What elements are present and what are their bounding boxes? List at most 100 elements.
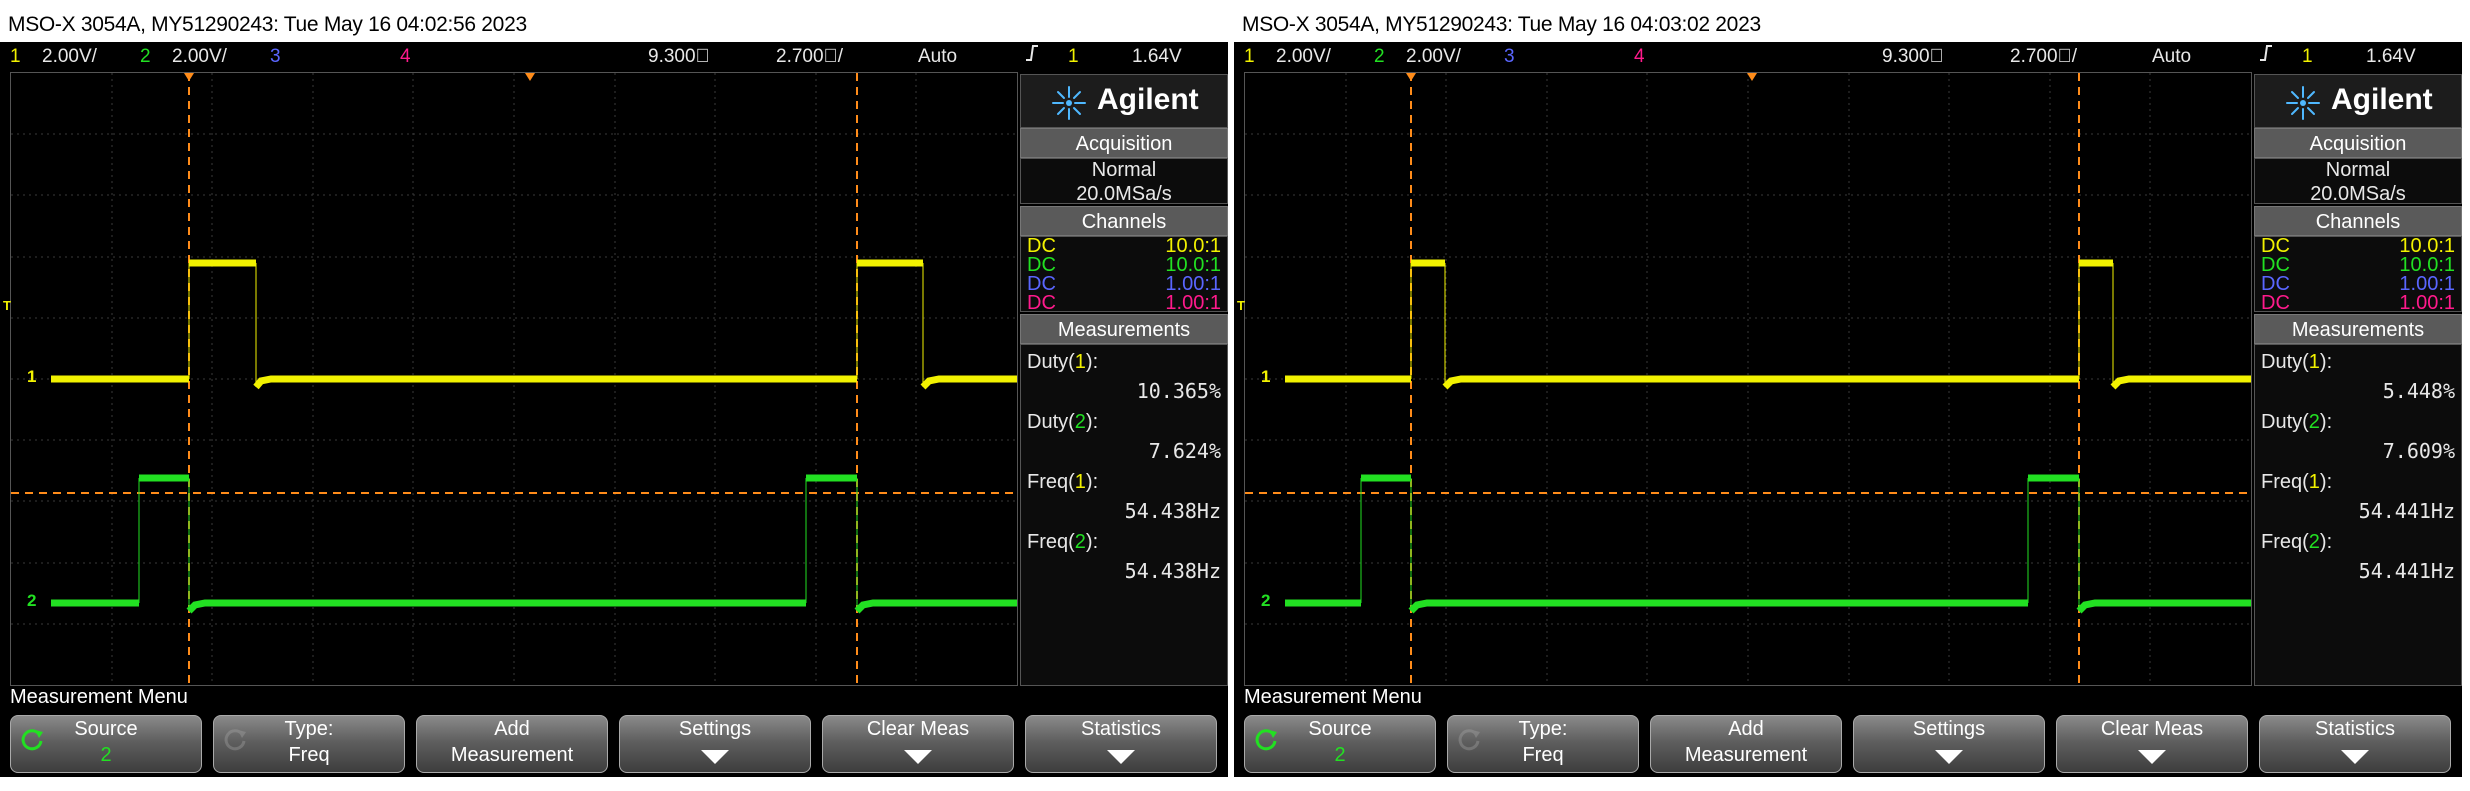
source-button[interactable]: Source 2: [10, 715, 202, 773]
statistics-button[interactable]: Statistics: [1025, 715, 1217, 773]
chevron-down-icon: [1107, 750, 1135, 764]
cursor-marker: [1406, 73, 1416, 81]
time-scale[interactable]: 2.700ﾟ/: [776, 42, 843, 72]
chevron-down-icon: [701, 750, 729, 764]
channels-body: DC 10.0:1 DC 10.0:1 DC 1.00:1 DC 1.00:1: [1020, 235, 1228, 314]
clear-meas-label: Clear Meas: [2100, 718, 2204, 740]
trigger-level-marker: T: [1237, 298, 1245, 313]
trigger-mode[interactable]: Auto: [918, 42, 957, 72]
measurement-value-2: 7.624%: [1148, 439, 1221, 463]
softkey-bar: Source 2 Type: Freq Add Measurement Sett…: [1244, 715, 2462, 775]
ch3-number[interactable]: 3: [1504, 42, 1515, 72]
ch1-ground-marker: 1: [27, 367, 37, 386]
trigger-mode[interactable]: Auto: [2152, 42, 2191, 72]
measurements-header[interactable]: Measurements: [1020, 314, 1228, 344]
measurement-value-4: 54.438Hz: [1124, 559, 1221, 583]
ch2-number[interactable]: 2: [140, 42, 151, 72]
cursor-marker: [184, 73, 194, 81]
measurement-value-1: 5.448%: [2382, 379, 2455, 403]
brand-name: Agilent: [2331, 83, 2433, 116]
measurement-label-2: Duty(2):: [2261, 411, 2333, 433]
clear-meas-button[interactable]: Clear Meas: [2056, 715, 2248, 773]
ch2-edges: [138, 478, 858, 611]
scope-screen: 1 2.00V/ 2 2.00V/ 3 4 9.300ﾟ 2.700ﾟ/ Aut…: [0, 42, 1228, 777]
menu-title: Measurement Menu: [10, 686, 188, 708]
ch1-waveform: [1285, 259, 2251, 390]
waveform-graticule: [11, 73, 1017, 685]
measurements-header[interactable]: Measurements: [2254, 314, 2462, 344]
ch2-scale[interactable]: 2.00V/: [172, 42, 227, 72]
measurement-value-1: 10.365%: [1136, 379, 1221, 403]
rising-edge-icon: [2258, 42, 2274, 74]
add-measurement-button[interactable]: Add Measurement: [1650, 715, 1842, 773]
add-measurement-label-1: Add: [1728, 718, 1764, 740]
settings-label: Settings: [1912, 718, 1986, 740]
type-button[interactable]: Type: Freq: [1447, 715, 1639, 773]
ch3-number[interactable]: 3: [270, 42, 281, 72]
source-value: 2: [1334, 744, 1346, 766]
trigger-level[interactable]: 1.64V: [2366, 42, 2416, 72]
ch2-edges: [1360, 478, 2080, 611]
chevron-down-icon: [904, 750, 932, 764]
scope-capture-2: MSO-X 3054A, MY51290243: Tue May 16 04:0…: [1234, 0, 2462, 791]
statistics-button[interactable]: Statistics: [2259, 715, 2451, 773]
statistics-label: Statistics: [2314, 718, 2396, 740]
type-value: Freq: [1522, 744, 1564, 766]
agilent-spark-icon: [1052, 86, 1086, 120]
ch1-number[interactable]: 1: [10, 42, 21, 72]
settings-label: Settings: [678, 718, 752, 740]
scope-capture-1: MSO-X 3054A, MY51290243: Tue May 16 04:0…: [0, 0, 1228, 791]
rising-edge-icon: [1024, 42, 1040, 74]
ch2-ground-marker: 2: [1261, 591, 1271, 610]
sample-rate: 20.0MSa/s: [1076, 183, 1172, 205]
source-label: Source: [1308, 718, 1372, 740]
type-label: Type:: [284, 718, 334, 740]
info-panel: Agilent Acquisition Normal 20.0MSa/s Cha…: [2254, 74, 2462, 686]
acquisition-header[interactable]: Acquisition: [1020, 128, 1228, 158]
settings-button[interactable]: Settings: [1853, 715, 2045, 773]
settings-button[interactable]: Settings: [619, 715, 811, 773]
trigger-level[interactable]: 1.64V: [1132, 42, 1182, 72]
time-scale[interactable]: 2.700ﾟ/: [2010, 42, 2077, 72]
source-button[interactable]: Source 2: [1244, 715, 1436, 773]
time-position[interactable]: 9.300ﾟ: [648, 42, 710, 72]
brand-logo: Agilent: [1020, 74, 1228, 128]
chevron-down-icon: [2138, 750, 2166, 764]
ch1-scale[interactable]: 2.00V/: [42, 42, 97, 72]
type-value: Freq: [288, 744, 330, 766]
acquisition-header[interactable]: Acquisition: [2254, 128, 2462, 158]
ch2-scale[interactable]: 2.00V/: [1406, 42, 1461, 72]
acquisition-mode: Normal: [1091, 159, 1157, 181]
ch1-scale[interactable]: 2.00V/: [1276, 42, 1331, 72]
measurement-value-3: 54.441Hz: [2358, 499, 2455, 523]
type-button[interactable]: Type: Freq: [213, 715, 405, 773]
clear-meas-label: Clear Meas: [866, 718, 970, 740]
trigger-source[interactable]: 1: [2302, 42, 2313, 72]
ch2-number[interactable]: 2: [1374, 42, 1385, 72]
measurement-value-2: 7.609%: [2382, 439, 2455, 463]
acquisition-body: Normal 20.0MSa/s: [1020, 158, 1228, 205]
ch2-ground-marker: 2: [27, 591, 37, 610]
measurements-body: Duty(1): 10.365% Duty(2): 7.624% Freq(1)…: [1020, 344, 1228, 686]
status-bar: 1 2.00V/ 2 2.00V/ 3 4 9.300ﾟ 2.700ﾟ/ Aut…: [0, 42, 1228, 72]
info-panel: Agilent Acquisition Normal 20.0MSa/s Cha…: [1020, 74, 1228, 686]
clear-meas-button[interactable]: Clear Meas: [822, 715, 1014, 773]
time-position[interactable]: 9.300ﾟ: [1882, 42, 1944, 72]
ch4-number[interactable]: 4: [400, 42, 411, 72]
trigger-source[interactable]: 1: [1068, 42, 1079, 72]
measurement-value-4: 54.441Hz: [2358, 559, 2455, 583]
ch2-waveform: [1285, 474, 2251, 614]
ch4-number[interactable]: 4: [1634, 42, 1645, 72]
measurement-label-4: Freq(2):: [1027, 531, 1099, 553]
brand-name: Agilent: [1097, 83, 1199, 116]
ch1-waveform: [51, 259, 1017, 390]
measurement-label-3: Freq(1):: [1027, 471, 1099, 493]
ch2-waveform: [51, 474, 1017, 614]
chevron-down-icon: [2341, 750, 2369, 764]
ch1-edges: [188, 263, 924, 387]
measurement-label-4: Freq(2):: [2261, 531, 2333, 553]
scope-screen: 1 2.00V/ 2 2.00V/ 3 4 9.300ﾟ 2.700ﾟ/ Aut…: [1234, 42, 2462, 777]
ch1-number[interactable]: 1: [1244, 42, 1255, 72]
softkey-bar: Source 2 Type: Freq Add Measurement Sett…: [10, 715, 1228, 775]
add-measurement-button[interactable]: Add Measurement: [416, 715, 608, 773]
